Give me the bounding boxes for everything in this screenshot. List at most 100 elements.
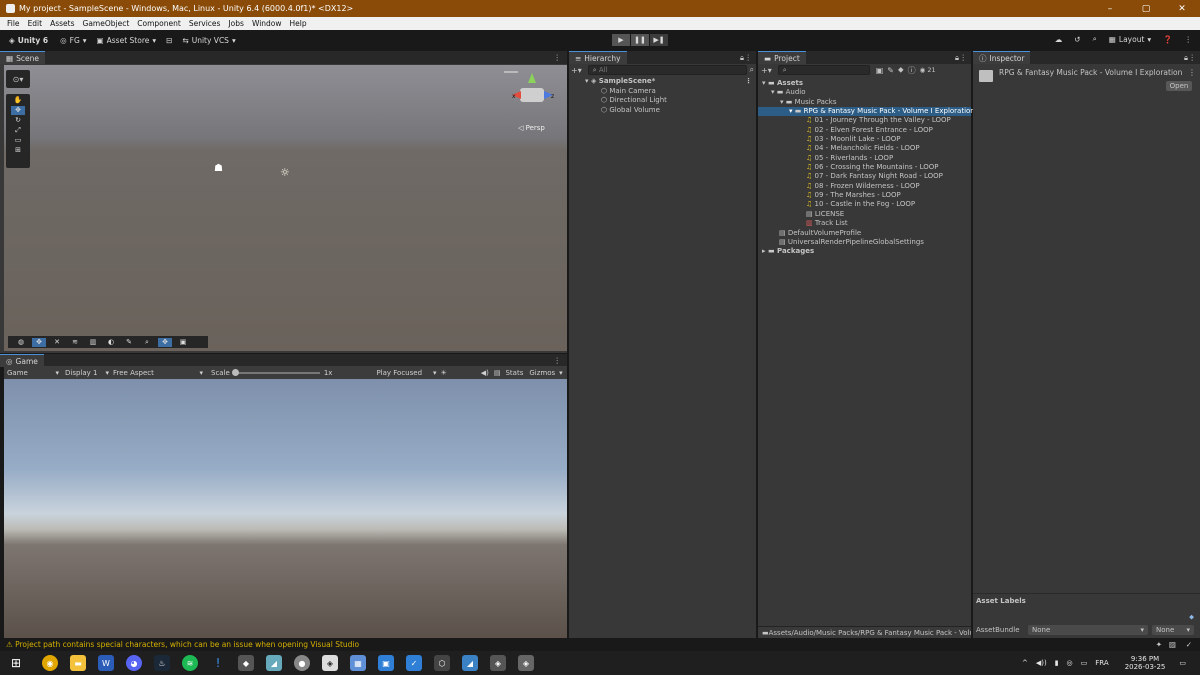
close-button[interactable]: ✕ (1164, 4, 1200, 14)
tab-hierarchy[interactable]: ≡ Hierarchy (569, 51, 627, 64)
scene-menu-icon[interactable]: ⋮ (554, 53, 562, 62)
stats-icon[interactable]: ▤ (494, 369, 501, 377)
game-menu-icon[interactable]: ⋮ (554, 356, 562, 365)
effects-icon[interactable]: ▥ (86, 338, 100, 347)
app-icon[interactable]: ◢ (266, 655, 282, 671)
vcs-dropdown[interactable]: ⇆ Unity VCS ▾ (182, 36, 235, 45)
word-icon[interactable]: W (98, 655, 114, 671)
hierarchy-item[interactable]: ⬡ Main Camera (589, 87, 756, 97)
more-icon[interactable]: ⋮ (1185, 35, 1193, 44)
keyboard-icon[interactable]: ▭ (1081, 659, 1088, 667)
game-mode-dropdown[interactable]: Game ▾ (7, 369, 59, 377)
hierarchy-scene-root[interactable]: ▾ ◈ SampleScene* ⋮ (585, 77, 756, 87)
hierarchy-menu-icon[interactable]: ⋮ (745, 53, 753, 62)
expand-arrow-icon[interactable]: ▾ (585, 77, 589, 85)
lighting-icon[interactable]: ✕ (50, 338, 64, 347)
spotify-icon[interactable]: ≋ (182, 655, 198, 671)
project-tree-item[interactable]: ▤ DefaultVolumeProfile (758, 229, 971, 238)
search-by-type-icon[interactable]: ▣ (876, 66, 884, 75)
project-tree-item[interactable]: ♫ 05 - Riverlands - LOOP (758, 154, 971, 163)
tag-icon[interactable]: ⬥ (1189, 613, 1194, 622)
project-tree-item[interactable]: ♫ 08 - Frozen Wilderness - LOOP (758, 182, 971, 191)
unity-editor-icon[interactable]: ◈ (518, 655, 534, 671)
status-lighting-icon[interactable]: ▨ (1169, 640, 1176, 649)
asset-bundle-dropdown[interactable]: None ▾ (1028, 625, 1148, 635)
pivot-icon[interactable]: ✥ (158, 337, 172, 347)
steam-icon[interactable]: ♨ (154, 655, 170, 671)
windows-start-icon[interactable]: ⊞ (8, 655, 24, 671)
project-search-input[interactable]: ⌕ (777, 65, 870, 75)
cloud-icon[interactable]: ☁ (1055, 35, 1063, 44)
file-explorer-icon[interactable]: ▬ (70, 655, 86, 671)
menu-component[interactable]: Component (137, 19, 181, 28)
asset-labels-header[interactable]: Asset Labels (973, 593, 1200, 608)
project-tree-item[interactable]: ▾ ▬ Music Packs (758, 98, 971, 107)
play-button[interactable]: ▶ (612, 34, 630, 46)
menu-services[interactable]: Services (189, 19, 221, 28)
scale-slider[interactable] (231, 368, 320, 376)
gizmos-button[interactable]: Gizmos (529, 369, 555, 377)
menu-help[interactable]: Help (290, 19, 307, 28)
notification-icon[interactable]: ▭ (1179, 659, 1186, 667)
mute-icon[interactable]: ◀) (481, 369, 489, 377)
step-button[interactable]: ▶❚ (650, 34, 668, 46)
app-icon[interactable]: ◢ (462, 655, 478, 671)
overlay-handle[interactable] (504, 71, 518, 73)
play-focused-dropdown[interactable]: Play Focused ▾ (376, 369, 436, 377)
app-icon[interactable]: ⬡ (434, 655, 450, 671)
chevron-up-icon[interactable]: ^ (1022, 659, 1028, 667)
scale-slider-handle[interactable] (231, 368, 239, 376)
visibility-icon[interactable]: ✎ (122, 338, 136, 347)
package-button[interactable]: ⊟ (166, 36, 172, 45)
clock[interactable]: 9:36 PM 2026-03-25 (1125, 655, 1166, 671)
project-tree-item[interactable]: ♫ 02 - Elven Forest Entrance - LOOP (758, 126, 971, 135)
search-filter-icon[interactable]: ⌕ (750, 65, 754, 75)
rotate-tool-icon[interactable]: ↻ (11, 116, 25, 125)
lock-icon[interactable]: 🔒︎ (955, 53, 959, 63)
calendar-icon[interactable]: ▣ (378, 655, 394, 671)
search-by-label-icon[interactable]: ✎ (887, 66, 894, 75)
stats-button[interactable]: Stats (505, 369, 523, 377)
unity-hub-icon[interactable]: ◈ (322, 655, 338, 671)
todo-icon[interactable]: ✓ (406, 655, 422, 671)
aspect-dropdown[interactable]: Free Aspect ▾ (113, 369, 203, 377)
pause-button[interactable]: ❚❚ (631, 34, 649, 46)
status-ok-icon[interactable]: ✓ (1186, 640, 1192, 649)
project-tree-item[interactable]: ♫ 09 - The Marshes - LOOP (758, 191, 971, 200)
draw-mode-icon[interactable]: ◍ (14, 338, 28, 347)
project-menu-icon[interactable]: ⋮ (960, 53, 968, 62)
scene-viewport[interactable]: ☗ ☼ x z ◁ Persp (4, 65, 567, 351)
rect-tool-icon[interactable]: ▭ (11, 136, 25, 145)
axis-gizmo[interactable]: x z (512, 73, 554, 113)
hierarchy-item[interactable]: ⬡ Global Volume (589, 106, 756, 116)
unity-button[interactable]: ◈ Unity 6 (9, 36, 48, 45)
menu-edit[interactable]: Edit (28, 19, 43, 28)
chevron-down-icon[interactable]: ▾ (559, 369, 563, 377)
move-tool-icon[interactable]: ✥ (11, 106, 25, 115)
calculator-icon[interactable]: ▦ (350, 655, 366, 671)
layout-dropdown[interactable]: ▦ Layout ▾ (1109, 35, 1151, 44)
hand-tool-icon[interactable]: ✋ (11, 96, 25, 105)
shading-icon[interactable]: ◐ (104, 338, 118, 347)
search-icon[interactable]: ⌕ (1093, 34, 1097, 44)
camera-icon[interactable]: ☗ (214, 163, 223, 174)
history-icon[interactable]: ↺ (1074, 35, 1080, 44)
asset-variant-dropdown[interactable]: None ▾ (1152, 625, 1194, 635)
tag-icon[interactable]: ⬥ (898, 65, 904, 75)
inspector-menu-icon[interactable]: ⋮ (1189, 53, 1197, 62)
project-tree-item[interactable]: ▾ ▬ Audio (758, 88, 971, 97)
status-tool-icon[interactable]: ✦ (1156, 640, 1162, 649)
menu-gameobject[interactable]: GameObject (83, 19, 130, 28)
add-button[interactable]: +▾ (761, 66, 772, 75)
open-button[interactable]: Open (1166, 81, 1192, 91)
project-tree-item[interactable]: ♫ 04 - Melancholic Fields - LOOP (758, 144, 971, 153)
tab-project[interactable]: ▬ Project (758, 51, 806, 64)
project-tree-item[interactable]: ▤ UniversalRenderPipelineGlobalSettings (758, 238, 971, 247)
account-dropdown[interactable]: ◎ FG ▾ (60, 36, 86, 45)
project-tree-item[interactable]: ▥ Track List (758, 219, 971, 228)
app-icon[interactable]: ● (294, 655, 310, 671)
unity-icon[interactable]: ◈ (490, 655, 506, 671)
project-tree-item[interactable]: ♫ 10 - Castle in the Fog - LOOP (758, 200, 971, 209)
sun-icon[interactable]: ☀ (440, 369, 446, 377)
scene-menu-icon[interactable]: ⋮ (745, 77, 752, 87)
